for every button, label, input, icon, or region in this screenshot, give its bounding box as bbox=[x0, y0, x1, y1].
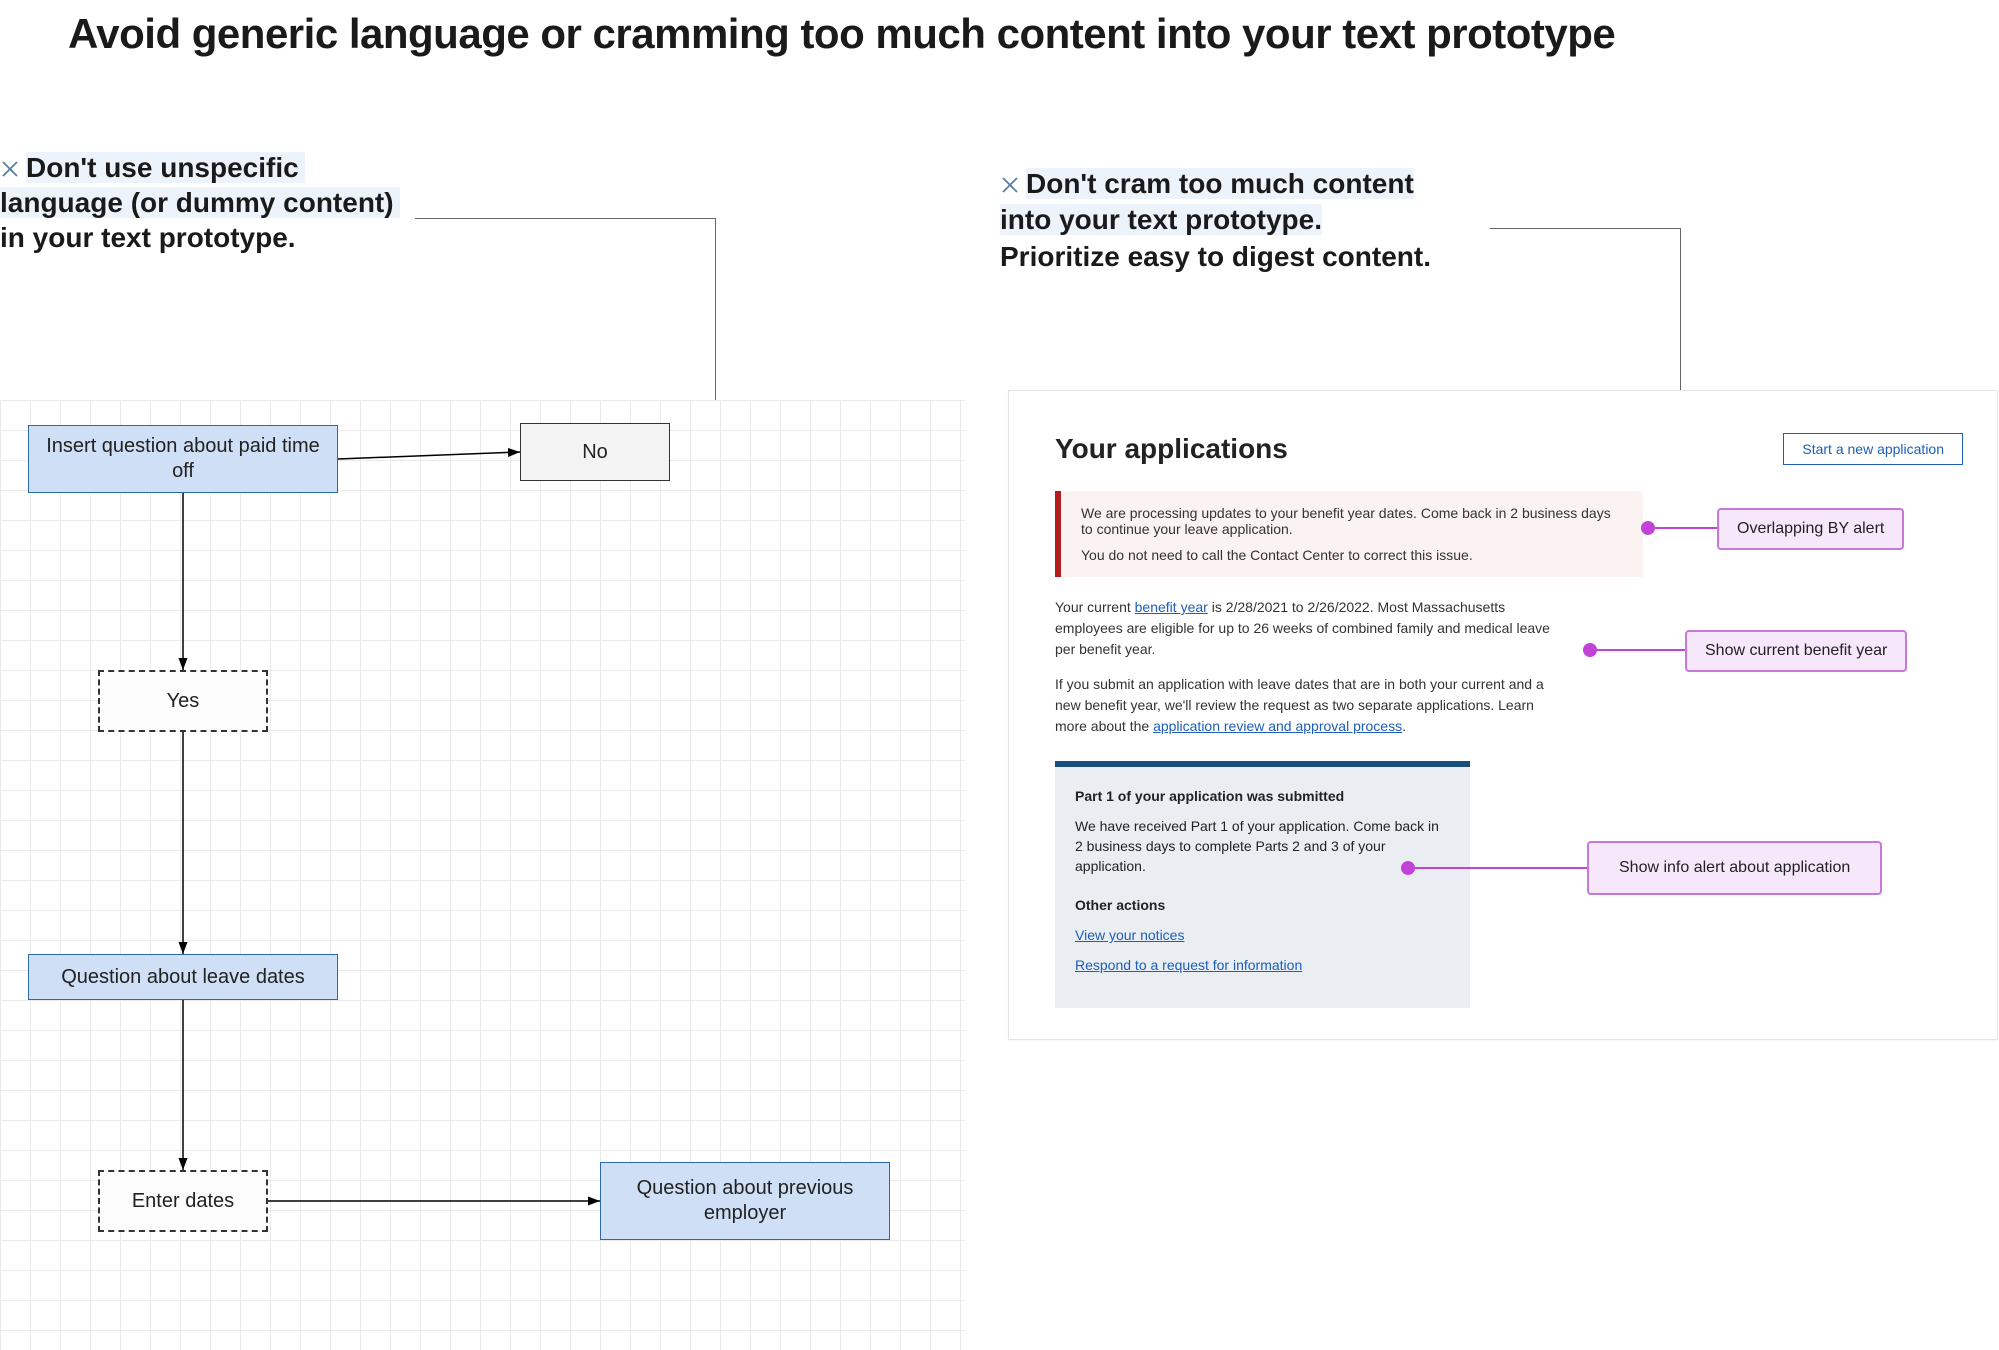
right-connector-v bbox=[1680, 228, 1681, 390]
info-card-title: Part 1 of your application was submitted bbox=[1075, 787, 1450, 806]
x-icon bbox=[1000, 168, 1020, 188]
callout-info-alert: Show info alert about application bbox=[1587, 841, 1882, 895]
info-card: Part 1 of your application was submitted… bbox=[1055, 761, 1470, 1008]
info-card-body: We have received Part 1 of your applicat… bbox=[1075, 816, 1450, 877]
error-alert-p1: We are processing updates to your benefi… bbox=[1081, 505, 1623, 537]
error-alert-p2: You do not need to call the Contact Cent… bbox=[1081, 547, 1623, 563]
right-caption-l2: into your text prototype. bbox=[1000, 204, 1322, 235]
body-paragraph-1: Your current benefit year is 2/28/2021 t… bbox=[1055, 597, 1568, 660]
x-icon bbox=[0, 152, 20, 172]
callout-line-3 bbox=[1415, 867, 1587, 869]
start-application-button[interactable]: Start a new application bbox=[1783, 433, 1963, 465]
flow-node-leave-dates: Question about leave dates bbox=[28, 954, 338, 1000]
respond-request-link[interactable]: Respond to a request for information bbox=[1075, 957, 1302, 973]
page-title: Avoid generic language or cramming too m… bbox=[68, 10, 1615, 58]
other-actions-heading: Other actions bbox=[1075, 895, 1450, 915]
flowchart-area: Insert question about paid time off No Y… bbox=[0, 400, 965, 1350]
callout-dot-3 bbox=[1401, 861, 1415, 875]
left-caption-l3: in your text prototype. bbox=[0, 222, 296, 253]
flow-node-prev-employer: Question about previous employer bbox=[600, 1162, 890, 1240]
caption-connector-h bbox=[415, 218, 715, 219]
flow-node-no: No bbox=[520, 423, 670, 481]
caption-connector-v bbox=[715, 218, 716, 400]
flow-node-enter-dates: Enter dates bbox=[98, 1170, 268, 1232]
right-connector-h bbox=[1490, 228, 1680, 229]
review-process-link[interactable]: application review and approval process bbox=[1153, 718, 1402, 734]
left-caption-l1: Don't use unspecific bbox=[26, 152, 305, 183]
right-caption-l3: Prioritize easy to digest content. bbox=[1000, 241, 1431, 272]
callout-line-2 bbox=[1597, 649, 1685, 651]
error-alert: We are processing updates to your benefi… bbox=[1055, 491, 1643, 577]
left-caption-l2: language (or dummy content) bbox=[0, 187, 400, 218]
callout-overlapping-by: Overlapping BY alert bbox=[1717, 508, 1904, 550]
left-caption: Don't use unspecific language (or dummy … bbox=[0, 150, 400, 255]
right-caption-l1: Don't cram too much content bbox=[1026, 168, 1414, 199]
mock-title: Your applications bbox=[1055, 433, 1288, 465]
callout-dot-2 bbox=[1583, 643, 1597, 657]
callout-current-benefit-year: Show current benefit year bbox=[1685, 630, 1907, 672]
right-caption: Don't cram too much content into your te… bbox=[1000, 166, 1431, 275]
view-notices-link[interactable]: View your notices bbox=[1075, 927, 1184, 943]
benefit-year-link[interactable]: benefit year bbox=[1135, 599, 1208, 615]
flow-node-pto: Insert question about paid time off bbox=[28, 425, 338, 493]
callout-dot-1 bbox=[1641, 521, 1655, 535]
flow-node-yes: Yes bbox=[98, 670, 268, 732]
callout-line-1 bbox=[1655, 527, 1717, 529]
body-paragraph-2: If you submit an application with leave … bbox=[1055, 674, 1568, 737]
mock-panel: Your applications Start a new applicatio… bbox=[1008, 390, 1998, 1040]
